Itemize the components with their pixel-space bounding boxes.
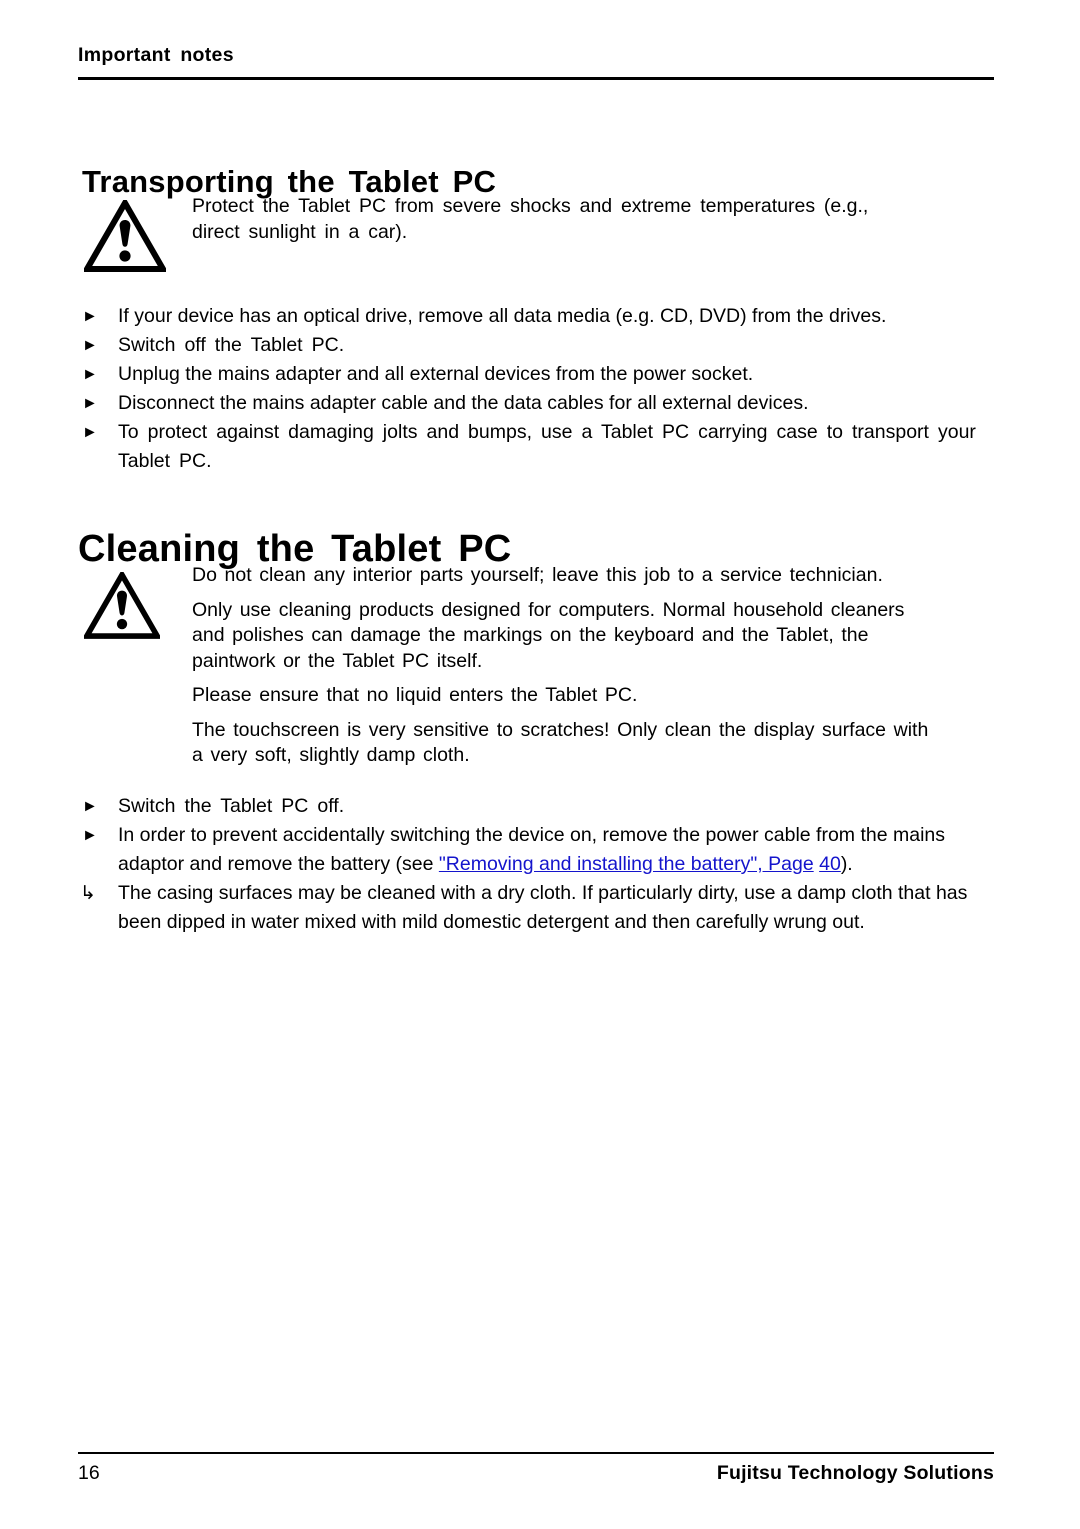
- list-item-text: If your device has an optical drive, rem…: [118, 305, 887, 327]
- list-item: ► Switch off the Tablet PC.: [78, 331, 998, 360]
- note-paragraph: The touchscreen is very sensitive to scr…: [192, 718, 929, 767]
- running-header-text: Important notes: [78, 44, 234, 66]
- list-item-text: Unplug the mains adapter and all externa…: [118, 363, 754, 385]
- running-header: Important notes: [78, 44, 994, 67]
- note-paragraph: Protect the Tablet PC from severe shocks…: [192, 195, 869, 243]
- warning-triangle-icon: [81, 196, 169, 277]
- triangle-bullet-icon: ►: [82, 424, 98, 441]
- company-name: Fujitsu Technology Solutions: [716, 1462, 994, 1484]
- manual-page: Important notes Transporting the Tablet …: [0, 0, 1080, 1529]
- list-item: ► Unplug the mains adapter and all exter…: [78, 360, 998, 389]
- list-item: ► Switch the Tablet PC off.: [78, 792, 998, 821]
- steps-transporting: ► If your device has an optical drive, r…: [78, 302, 998, 476]
- list-item: ► If your device has an optical drive, r…: [78, 302, 998, 331]
- hook-arrow-bullet-icon: ↳: [80, 883, 96, 904]
- note-transporting-body: Protect the Tablet PC from severe shocks…: [192, 194, 872, 245]
- triangle-bullet-icon: ►: [82, 395, 98, 412]
- list-item-text: Switch the Tablet PC off.: [118, 795, 345, 817]
- crossreference-page-link[interactable]: 40: [819, 853, 841, 875]
- note-cleaning-body: Do not clean any interior parts yourself…: [192, 563, 932, 769]
- page-footer: 16 Fujitsu Technology Solutions: [78, 1462, 994, 1485]
- page-number: 16: [78, 1462, 100, 1484]
- list-item-text: Disconnect the mains adapter cable and t…: [118, 392, 809, 414]
- steps-cleaning: ► Switch the Tablet PC off. ► In order t…: [78, 792, 998, 937]
- list-item: ↳ The casing surfaces may be cleaned wit…: [78, 879, 998, 937]
- list-item-text: Switch off the Tablet PC.: [118, 334, 345, 356]
- list-item-text: The casing surfaces may be cleaned with …: [118, 882, 968, 933]
- footer-divider: [78, 1452, 994, 1454]
- list-item-with-crossreference: ► In order to prevent accidentally switc…: [78, 821, 998, 879]
- warning-triangle-icon: [81, 569, 163, 644]
- triangle-bullet-icon: ►: [82, 337, 98, 354]
- list-item: ► Disconnect the mains adapter cable and…: [78, 389, 998, 418]
- triangle-bullet-icon: ►: [82, 827, 98, 844]
- list-item-text: In order to prevent accidentally switchi…: [118, 824, 945, 875]
- triangle-bullet-icon: ►: [82, 798, 98, 815]
- list-item-text-after: ).: [840, 853, 853, 875]
- list-item: ► To protect against damaging jolts and …: [78, 418, 998, 476]
- crossreference-link[interactable]: "Removing and installing the battery", P…: [439, 853, 814, 875]
- header-divider: [78, 77, 994, 80]
- note-paragraph: Only use cleaning products designed for …: [192, 598, 905, 672]
- triangle-bullet-icon: ►: [82, 308, 98, 325]
- list-item-text: To protect against damaging jolts and bu…: [118, 421, 976, 472]
- triangle-bullet-icon: ►: [82, 366, 98, 383]
- note-paragraph: Please ensure that no liquid enters the …: [192, 684, 638, 706]
- note-paragraph: Do not clean any interior parts yourself…: [192, 564, 883, 586]
